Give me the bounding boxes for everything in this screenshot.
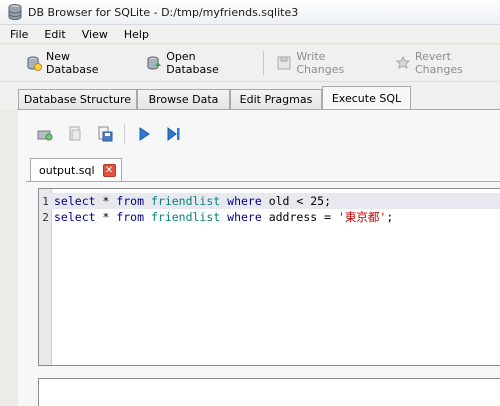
tab-database-structure[interactable]: Database Structure [18, 89, 137, 109]
sql-editor[interactable]: 1 select * from friendlist where old < 25… [38, 188, 500, 366]
line-number: 2 [42, 211, 49, 224]
menu-help[interactable]: Help [116, 28, 157, 41]
open-database-label: Open Database [166, 50, 219, 76]
write-changes-button[interactable]: Write Changes [270, 49, 375, 77]
open-database-button[interactable]: Open Database [140, 49, 249, 77]
write-changes-icon [276, 55, 292, 71]
menu-file[interactable]: File [0, 28, 36, 41]
window-title: DB Browser for SQLite - D:/tmp/myfriends… [28, 5, 299, 19]
sql-toolbar-separator [124, 124, 125, 144]
open-tab-icon[interactable] [34, 123, 56, 145]
tab-execute-sql[interactable]: Execute SQL [322, 86, 411, 110]
code-token: ; [386, 210, 394, 224]
execute-current-line-icon[interactable] [163, 123, 185, 145]
code-line[interactable]: 1 select * from friendlist where old < 25… [39, 193, 500, 209]
code-token: select [54, 194, 96, 208]
menu-view[interactable]: View [74, 28, 116, 41]
tab-browse-data[interactable]: Browse Data [137, 89, 230, 109]
new-database-button[interactable]: New Database [20, 49, 124, 77]
open-sql-file-icon[interactable] [64, 123, 86, 145]
code-token: * [95, 194, 117, 208]
sql-toolbar [18, 118, 193, 150]
save-sql-file-icon[interactable] [94, 123, 116, 145]
code-token: old < 25; [261, 194, 332, 208]
code-token: where [227, 210, 262, 224]
title-bar: DB Browser for SQLite - D:/tmp/myfriends… [0, 0, 500, 25]
main-tab-bar: Database Structure Browse Data Edit Prag… [0, 82, 500, 110]
toolbar-separator [263, 51, 265, 75]
editor-tab-output-sql[interactable]: output.sql ✕ [30, 158, 122, 182]
code-token: from [116, 210, 145, 224]
code-token: friendlist [150, 194, 221, 208]
code-token: from [116, 194, 145, 208]
editor-tab-label: output.sql [39, 164, 95, 177]
menu-edit[interactable]: Edit [36, 28, 73, 41]
open-database-icon [146, 55, 162, 71]
code-token: '東京都' [337, 210, 387, 224]
code-text: select * from friendlist where address =… [52, 210, 393, 224]
menu-bar: File Edit View Help [0, 25, 500, 44]
new-database-label: New Database [46, 50, 99, 76]
revert-changes-button[interactable]: Revert Changes [389, 49, 500, 77]
code-token: select [54, 210, 96, 224]
close-icon[interactable]: ✕ [102, 164, 116, 177]
database-icon [8, 4, 22, 20]
revert-changes-icon [395, 55, 411, 71]
editor-tab-border [26, 181, 500, 182]
code-text: select * from friendlist where old < 25; [52, 194, 331, 208]
main-toolbar: New Database Open Database Write Changes [0, 45, 500, 82]
code-token: friendlist [150, 210, 221, 224]
tab-edit-pragmas[interactable]: Edit Pragmas [230, 89, 322, 109]
code-token: address = [261, 210, 338, 224]
code-token: * [95, 210, 117, 224]
execute-all-icon[interactable] [133, 123, 155, 145]
code-line[interactable]: 2 select * from friendlist where address … [39, 209, 500, 225]
results-pane [38, 378, 500, 406]
revert-changes-label: Revert Changes [414, 50, 463, 76]
write-changes-label: Write Changes [296, 50, 345, 76]
line-number: 1 [42, 195, 49, 208]
new-database-icon [26, 55, 42, 71]
code-token: where [227, 194, 262, 208]
